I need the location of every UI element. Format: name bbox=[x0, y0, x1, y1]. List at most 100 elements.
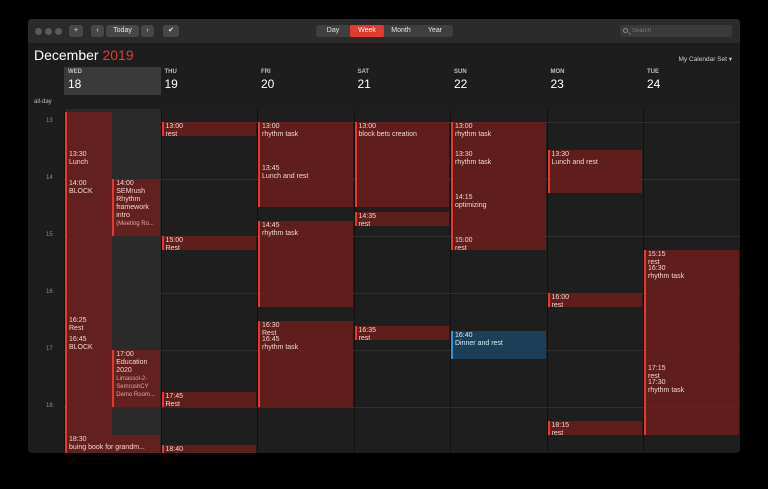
calendar-event[interactable]: 18:15 rest bbox=[547, 420, 642, 436]
day-header-mon[interactable]: MON 23 bbox=[547, 67, 644, 95]
calendar-event[interactable]: 14:00 BLOCK bbox=[65, 178, 113, 317]
calendar-event[interactable]: 15:15 rest bbox=[644, 249, 739, 265]
calendar-event[interactable]: 16:25 Rest bbox=[65, 316, 113, 336]
calendar-event[interactable]: 13:30 Lunch bbox=[65, 150, 113, 179]
event-time: 13:30 bbox=[69, 151, 87, 159]
event-title: optimizing bbox=[455, 201, 487, 209]
event-time: 16:45 bbox=[262, 336, 280, 344]
event-title: Rest bbox=[165, 244, 180, 250]
calendar-event[interactable] bbox=[65, 112, 113, 151]
event-time: 15:15 bbox=[648, 250, 666, 258]
event-title: rest bbox=[455, 244, 467, 250]
event-time: 16:35 bbox=[358, 326, 377, 334]
calendar-event[interactable]: 16:45 BLOCK bbox=[65, 335, 113, 436]
day-header-fri[interactable]: FRI 20 bbox=[257, 67, 354, 95]
event-time: 14:00 bbox=[116, 179, 134, 187]
week-grid: 1314151617181913:30Lunch14:00BLOCK16:25R… bbox=[28, 109, 740, 453]
calendar-event[interactable]: 16:45 rhythm task bbox=[258, 335, 353, 407]
hour-label: 16 bbox=[46, 288, 53, 295]
calendar-event[interactable]: 14:45 rhythm task bbox=[258, 221, 353, 307]
calendar-event[interactable]: 16:00 rest bbox=[547, 292, 642, 307]
calendar-event[interactable]: 14:35 rest bbox=[354, 211, 449, 227]
event-title: rhythm task bbox=[648, 387, 685, 395]
calendar-event[interactable]: 14:15 optimizing bbox=[451, 192, 546, 236]
event-title: Lunch and rest bbox=[551, 159, 598, 167]
calendar-event[interactable]: 14:00 SEMrush Rhythm framework intro (Meet… bbox=[112, 178, 160, 236]
calendar-event[interactable]: 13:00 rhythm task bbox=[258, 121, 353, 165]
event-title: rhythm task bbox=[455, 159, 492, 167]
calendar-event[interactable]: 15:00 Rest bbox=[161, 235, 256, 250]
today-button[interactable]: Today bbox=[106, 25, 139, 37]
calendars-button[interactable]: ✔ bbox=[163, 25, 179, 37]
search-input[interactable] bbox=[632, 25, 728, 37]
calendar-event[interactable]: 13:00 rest bbox=[161, 121, 256, 136]
calendar-event[interactable]: 13:45 Lunch and rest bbox=[258, 164, 353, 208]
day-header-tue[interactable]: TUE 24 bbox=[643, 67, 740, 95]
event-location: (Meeting Ro... bbox=[116, 220, 154, 227]
zoom-window-button[interactable] bbox=[55, 28, 62, 35]
day-name: WED bbox=[68, 69, 82, 75]
day-header-thu[interactable]: THU 19 bbox=[161, 67, 258, 95]
day-number: 20 bbox=[261, 77, 275, 91]
calendar-event[interactable]: 17:15 rest bbox=[644, 363, 739, 379]
day-name: THU bbox=[164, 69, 177, 75]
close-window-button[interactable] bbox=[35, 28, 42, 35]
event-title: Education 2020 bbox=[116, 358, 148, 374]
hour-label: 13 bbox=[46, 117, 53, 124]
day-name: MON bbox=[550, 69, 565, 75]
event-time: 16:30 bbox=[262, 322, 280, 330]
event-time: 17:30 bbox=[648, 379, 666, 387]
hour-line bbox=[64, 349, 740, 351]
calendar-event[interactable]: 16:35 rest bbox=[354, 325, 449, 341]
event-time: 13:00 bbox=[165, 122, 184, 130]
day-name: TUE bbox=[647, 69, 659, 75]
view-year-tab[interactable]: Year bbox=[418, 25, 452, 37]
calendar-event[interactable]: 13:30 rhythm task bbox=[451, 150, 546, 193]
calendar-event[interactable]: 17:30 rhythm task bbox=[644, 378, 739, 436]
day-header-wed[interactable]: WED 18 bbox=[64, 67, 161, 95]
view-switcher: Day Week Month Year bbox=[316, 25, 453, 37]
day-header-sat[interactable]: SAT 21 bbox=[354, 67, 451, 95]
all-day-label: all-day bbox=[34, 99, 52, 105]
view-week-tab[interactable]: Week bbox=[350, 25, 384, 37]
event-title: rest bbox=[358, 334, 371, 341]
calendar-event[interactable]: 13:30 Lunch and rest bbox=[547, 150, 642, 193]
previous-week-button[interactable]: ‹ bbox=[91, 25, 104, 37]
minimize-window-button[interactable] bbox=[45, 28, 52, 35]
calendar-event[interactable]: 13:00 rhythm task bbox=[451, 121, 546, 151]
month-name: December bbox=[34, 47, 99, 63]
hour-label: 17 bbox=[46, 345, 53, 352]
event-title: rhythm task bbox=[648, 273, 685, 281]
hour-label: 14 bbox=[46, 174, 53, 181]
view-day-tab[interactable]: Day bbox=[316, 25, 350, 37]
next-week-button[interactable]: › bbox=[141, 25, 154, 37]
event-title: Lunch and rest bbox=[262, 173, 309, 181]
event-title: Lunch bbox=[69, 159, 89, 167]
event-title: rhythm task bbox=[455, 130, 492, 138]
calendar-event[interactable]: 18:30 buing book for grandm... bbox=[65, 435, 160, 453]
day-name: FRI bbox=[261, 69, 271, 75]
calendar-event[interactable]: 16:30 Rest bbox=[258, 321, 353, 336]
calendar-event[interactable]: 15:00 rest bbox=[451, 235, 546, 250]
calendar-event[interactable]: 17:00 Education 2020 Limassol-2-SemrushCY … bbox=[112, 349, 160, 407]
year-label: 2019 bbox=[102, 47, 134, 63]
event-title: Rest bbox=[69, 325, 84, 333]
event-time: 16:40 bbox=[455, 331, 473, 339]
event-time: 13:30 bbox=[455, 151, 473, 159]
event-time: 14:35 bbox=[358, 212, 377, 220]
calendar-event[interactable]: 18:40going to homeFrom bbox=[161, 444, 256, 453]
calendar-event[interactable]: 17:45 Rest bbox=[161, 392, 256, 407]
calendar-event[interactable]: 16:30 rhythm task bbox=[644, 264, 739, 364]
view-month-tab[interactable]: Month bbox=[384, 25, 418, 37]
calendar-set-menu[interactable]: My Calendar Set ▾ bbox=[679, 55, 732, 63]
search-field[interactable] bbox=[620, 25, 732, 37]
event-location: Limassol-2-SemrushCY Demo Room... bbox=[116, 375, 155, 398]
event-time: 14:00 bbox=[69, 179, 87, 187]
add-event-button[interactable]: + bbox=[69, 25, 83, 37]
calendar-event[interactable]: 16:40 Dinner and rest bbox=[451, 330, 546, 360]
event-time: 16:00 bbox=[551, 293, 570, 301]
calendar-event[interactable]: 13:00 block bets creation bbox=[354, 121, 449, 208]
day-header-sun[interactable]: SUN 22 bbox=[450, 67, 547, 95]
event-title: rhythm task bbox=[262, 130, 299, 138]
calendar-window: + ‹ Today › ✔ Day Week Month Year Decemb… bbox=[28, 19, 740, 453]
